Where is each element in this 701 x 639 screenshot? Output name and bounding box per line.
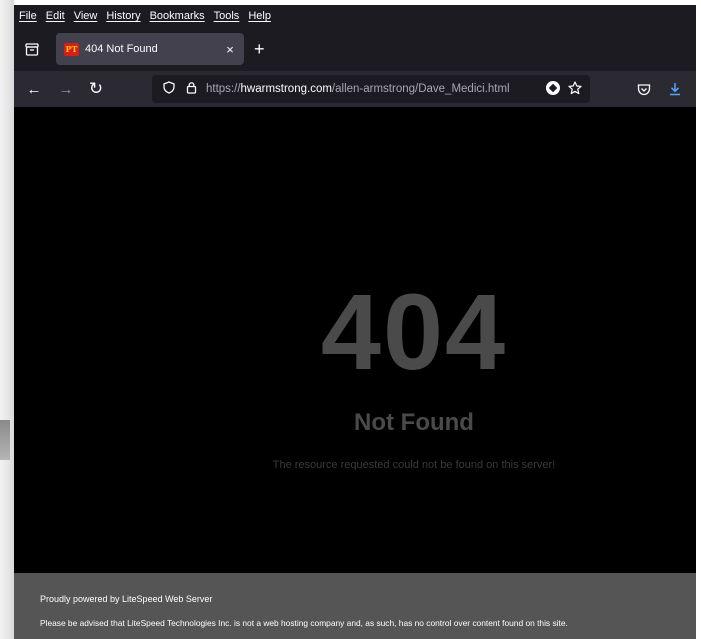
tab-title: 404 Not Found [85,43,158,55]
menu-bar: File Edit View History Bookmarks Tools H… [14,5,696,27]
star-icon-graphic [568,80,582,94]
desktop-background-shape [0,420,10,460]
menu-bookmarks[interactable]: Bookmarks [150,10,205,22]
error-title: Not Found [354,409,474,436]
tab-strip: PT 404 Not Found × + [14,27,696,71]
url-host: hwarmstrong.com [240,83,332,95]
download-icon[interactable] [665,79,685,99]
menu-edit[interactable]: Edit [46,10,65,22]
url-path: /allen-armstrong/Dave_Medici.html [331,83,510,95]
site-favicon-icon: PT [64,42,79,56]
browser-window: File Edit View History Bookmarks Tools H… [14,5,696,639]
url-text[interactable]: https://hwarmstrong.com/allen-armstrong/… [206,83,546,95]
url-scheme: https:// [206,83,241,95]
menu-help[interactable]: Help [248,10,271,22]
footer-notice: Please be advised that LiteSpeed Technol… [40,618,568,628]
pocket-icon-graphic [637,83,651,95]
forward-button[interactable]: → [56,79,76,99]
close-tab-icon[interactable]: × [220,42,240,57]
lock-icon[interactable] [180,81,202,97]
url-actions [546,80,582,98]
tab-overview-icon-graphic [25,42,39,56]
page-content: 404 Not Found The resource requested cou… [14,107,696,573]
desktop-background-strip [0,0,14,639]
shield-icon[interactable] [158,81,180,97]
lock-icon-graphic [186,82,196,94]
menu-view[interactable]: View [74,10,98,22]
navigation-toolbar: ← → ↻ https://hwarmstrong.com/allen-arms… [14,71,696,107]
star-icon[interactable] [568,80,582,98]
shield-icon-graphic [163,81,175,94]
download-icon-graphic [670,83,680,96]
tab-overview-icon[interactable] [22,39,42,59]
tab-404-not-found[interactable]: PT 404 Not Found × [56,33,244,65]
error-code: 404 [320,271,508,392]
menu-history[interactable]: History [106,10,140,22]
pocket-icon[interactable] [634,79,654,99]
new-tab-button[interactable]: + [254,39,265,59]
error-description: The resource requested could not be foun… [272,459,556,471]
address-bar[interactable]: https://hwarmstrong.com/allen-armstrong/… [152,75,590,103]
menu-tools[interactable]: Tools [214,10,240,22]
reload-button[interactable]: ↻ [86,79,106,99]
reader-view-icon[interactable] [546,80,560,95]
footer-powered-by: Proudly powered by LiteSpeed Web Server [40,594,213,604]
menu-file[interactable]: File [19,10,37,22]
page-footer: Proudly powered by LiteSpeed Web Server … [14,573,696,639]
back-button[interactable]: ← [24,79,44,99]
